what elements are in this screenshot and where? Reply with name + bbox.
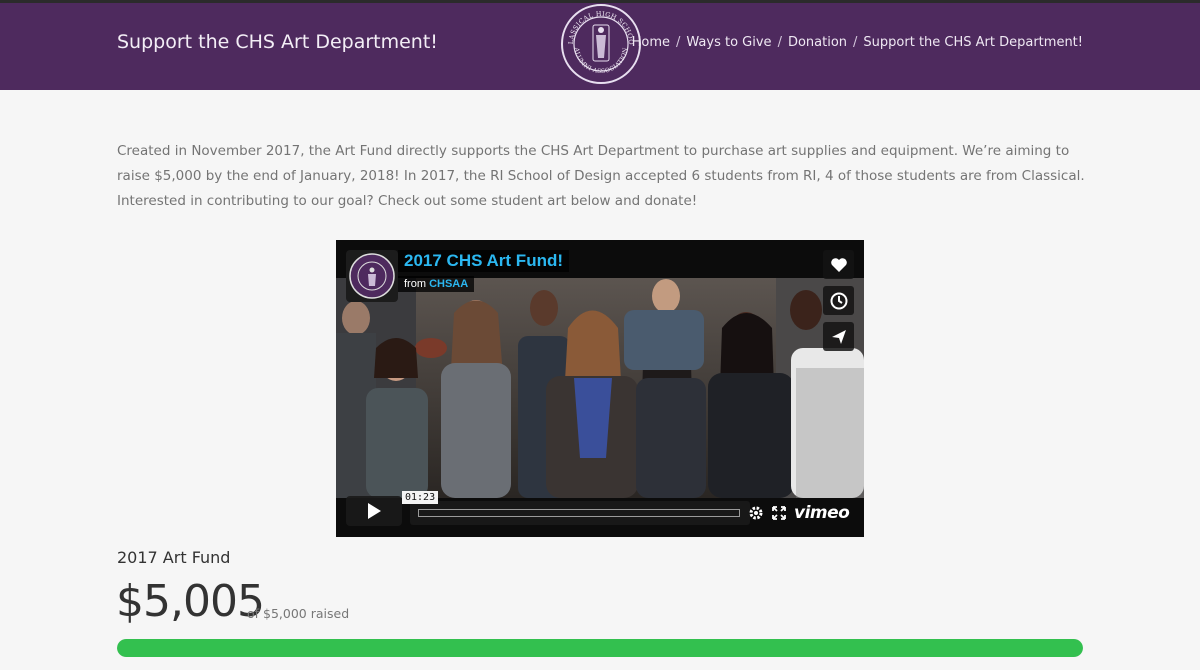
video-timecode: 01:23 <box>402 491 439 504</box>
play-button[interactable] <box>346 496 402 526</box>
gear-icon[interactable] <box>748 505 764 521</box>
video-from-label: from <box>404 278 426 290</box>
fund-progress-fill <box>117 639 1083 657</box>
channel-seal-icon <box>349 253 395 299</box>
watch-later-button[interactable] <box>823 286 854 315</box>
breadcrumb-donation[interactable]: Donation <box>788 35 847 50</box>
video-control-icons: vimeo <box>748 502 850 524</box>
chsaa-channel-logo[interactable] <box>346 250 398 302</box>
breadcrumb-separator: / <box>853 35 858 50</box>
send-icon <box>831 329 846 344</box>
breadcrumb-separator: / <box>676 35 681 50</box>
video-frame-group-photo[interactable] <box>336 278 864 498</box>
page-header: Support the CHS Art Department! CLASSICA… <box>0 3 1200 90</box>
vimeo-logo[interactable]: vimeo <box>794 503 850 523</box>
page-title: Support the CHS Art Department! <box>117 31 438 53</box>
breadcrumb-current: Support the CHS Art Department! <box>863 35 1083 50</box>
fund-progress-bar <box>117 639 1083 657</box>
play-icon <box>368 503 381 519</box>
goal-text: of $5,000 raised <box>247 606 350 621</box>
breadcrumb-home[interactable]: Home <box>632 35 670 50</box>
fullscreen-icon[interactable] <box>772 506 786 520</box>
breadcrumb-ways-to-give[interactable]: Ways to Give <box>686 35 771 50</box>
video-channel-link[interactable]: CHSAA <box>429 278 468 290</box>
fund-title: 2017 Art Fund <box>117 548 231 567</box>
alumni-association-seal[interactable]: CLASSICAL HIGH SCHOOL ALUMNI ASSOCIATION <box>560 3 642 85</box>
like-button[interactable] <box>823 250 854 279</box>
clock-icon <box>830 292 847 309</box>
heart-icon <box>830 257 847 272</box>
intro-paragraph: Created in November 2017, the Art Fund d… <box>117 143 1085 209</box>
share-button[interactable] <box>823 322 854 351</box>
video-player[interactable]: 2017 CHS Art Fund! from CHSAA 01:23 vime… <box>336 240 864 537</box>
breadcrumb: Home / Ways to Give / Donation / Support… <box>632 35 1083 50</box>
video-progress-bar[interactable] <box>410 501 750 525</box>
amount-raised: $5,005 <box>116 576 265 627</box>
breadcrumb-separator: / <box>777 35 782 50</box>
video-byline: from CHSAA <box>398 276 475 292</box>
video-title[interactable]: 2017 CHS Art Fund! <box>398 250 570 272</box>
video-progress-track[interactable] <box>418 509 740 517</box>
